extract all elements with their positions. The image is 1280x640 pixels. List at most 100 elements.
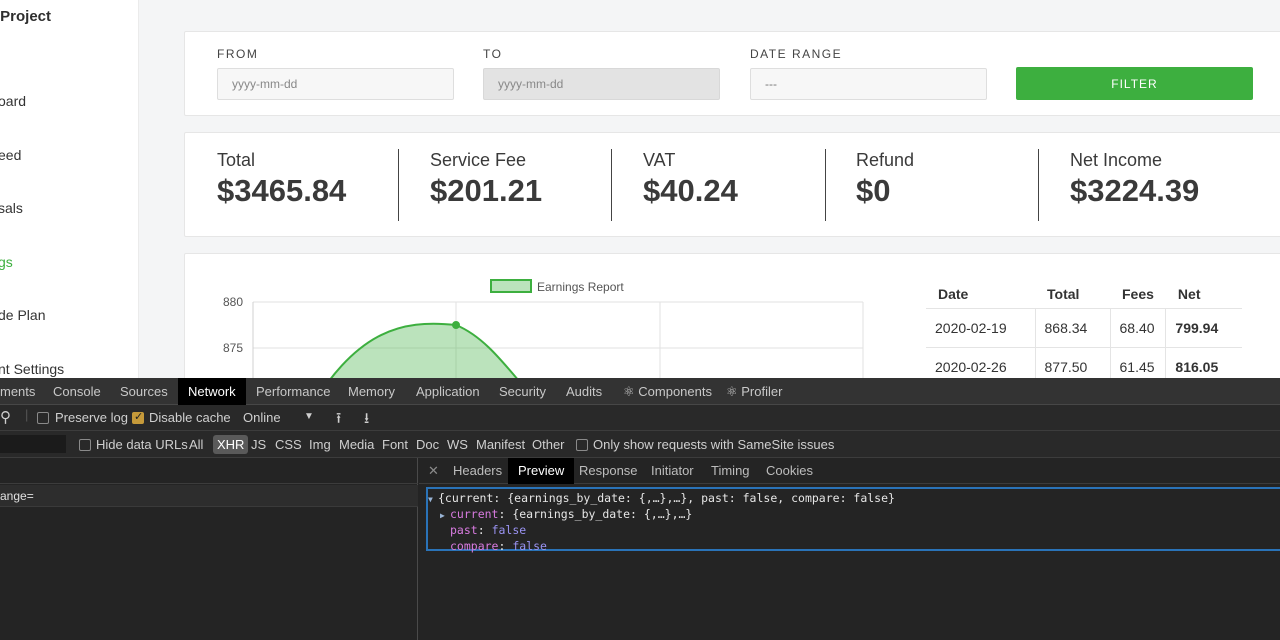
disable-cache-checkbox[interactable] bbox=[132, 410, 144, 424]
cell-total: 868.34 bbox=[1035, 307, 1111, 347]
table-header-row: Date Total Fees Net bbox=[926, 280, 1242, 308]
cell-net: 799.94 bbox=[1165, 307, 1242, 347]
preview-key: past bbox=[450, 523, 478, 537]
tab-console[interactable]: Console bbox=[53, 378, 101, 405]
download-icon[interactable]: ⭳ bbox=[364, 408, 369, 433]
filter-button[interactable]: FILTER bbox=[1016, 67, 1253, 100]
network-filter-bar: Hide data URLs All XHR JS CSS Img Media … bbox=[0, 431, 1280, 458]
table-row: 2020-02-19 868.34 68.40 799.94 bbox=[926, 307, 1242, 347]
tab-application[interactable]: Application bbox=[416, 378, 480, 405]
preview-summary: {current: {earnings_by_date: {,…},…}, pa… bbox=[438, 491, 895, 505]
filter-type-doc[interactable]: Doc bbox=[416, 437, 439, 452]
filter-type-other[interactable]: Other bbox=[532, 437, 565, 452]
cell-date: 2020-02-19 bbox=[926, 307, 1036, 347]
cell-fees: 68.40 bbox=[1110, 307, 1167, 347]
sidebar-item-earnings[interactable]: gs bbox=[0, 254, 13, 270]
request-list-pane: ange= bbox=[0, 458, 418, 640]
tab-preview[interactable]: Preview bbox=[508, 458, 575, 484]
sidebar-item-upgrade-plan[interactable]: de Plan bbox=[0, 307, 45, 323]
stat-service-fee: Service Fee $201.21 bbox=[430, 150, 542, 209]
from-date-input[interactable] bbox=[217, 68, 454, 100]
tab-response[interactable]: Response bbox=[579, 458, 638, 484]
sidebar-item-proposals[interactable]: sals bbox=[0, 200, 23, 216]
hide-data-urls-checkbox[interactable] bbox=[79, 439, 91, 451]
filter-type-all[interactable]: All bbox=[189, 437, 203, 452]
devtools-panel: ments Console Sources Network Performanc… bbox=[0, 378, 1280, 640]
stat-divider bbox=[825, 149, 826, 221]
preview-value: false bbox=[491, 523, 527, 537]
preserve-log-label: Preserve log bbox=[55, 410, 128, 425]
brand-logo-text: ourProject bbox=[0, 8, 52, 25]
filter-type-manifest[interactable]: Manifest bbox=[476, 437, 525, 452]
filter-type-font[interactable]: Font bbox=[382, 437, 408, 452]
tab-performance[interactable]: Performance bbox=[256, 378, 330, 405]
chevron-down-icon[interactable]: ▼ bbox=[304, 411, 314, 422]
filter-type-xhr[interactable]: XHR bbox=[213, 435, 249, 454]
close-icon[interactable]: ✕ bbox=[428, 458, 439, 484]
filter-input[interactable] bbox=[0, 435, 66, 453]
legend-swatch bbox=[490, 279, 532, 293]
toolbar-divider: | bbox=[25, 407, 29, 422]
date-range-label: DATE RANGE bbox=[750, 47, 843, 61]
stat-divider bbox=[1038, 149, 1039, 221]
tab-profiler[interactable]: ⚛ Profiler bbox=[726, 378, 782, 405]
stat-net-income: Net Income $3224.39 bbox=[1070, 150, 1199, 209]
stat-total: Total $3465.84 bbox=[217, 150, 346, 209]
tab-network[interactable]: Network bbox=[178, 378, 246, 405]
filter-type-media[interactable]: Media bbox=[339, 437, 374, 452]
tab-components[interactable]: ⚛ Components bbox=[623, 378, 712, 405]
stat-vat: VAT $40.24 bbox=[643, 150, 738, 209]
tab-memory[interactable]: Memory bbox=[348, 378, 395, 405]
sidebar-item-dashboard[interactable]: oard bbox=[0, 93, 26, 109]
tab-security[interactable]: Security bbox=[499, 378, 546, 405]
filter-type-css[interactable]: CSS bbox=[275, 437, 302, 452]
collapse-triangle-icon[interactable]: ▶ bbox=[440, 508, 450, 524]
stat-value: $0 bbox=[856, 173, 891, 208]
filter-card: FROM TO DATE RANGE FILTER bbox=[184, 31, 1280, 116]
y-tick-label: 880 bbox=[223, 295, 243, 309]
column-header-date: Date bbox=[938, 285, 969, 302]
stat-value: $201.21 bbox=[430, 173, 543, 208]
to-label: TO bbox=[483, 47, 503, 61]
tab-cookies[interactable]: Cookies bbox=[766, 458, 813, 484]
tab-sources[interactable]: Sources bbox=[120, 378, 168, 405]
date-range-input[interactable] bbox=[750, 68, 987, 100]
detail-tab-bar: ✕ Headers Preview Response Initiator Tim… bbox=[419, 458, 1280, 484]
upload-icon[interactable]: ⭱ bbox=[336, 408, 341, 433]
json-preview: ▼ {current: {earnings_by_date: {,…},…}, p… bbox=[426, 487, 1280, 553]
stat-value: $40.24 bbox=[643, 173, 738, 208]
earnings-chart: 880 875 Earnings Report bbox=[223, 279, 864, 392]
samesite-label: Only show requests with SameSite issues bbox=[593, 437, 835, 452]
search-icon[interactable]: ⚲ bbox=[0, 408, 11, 426]
tab-timing[interactable]: Timing bbox=[711, 458, 750, 484]
tab-initiator[interactable]: Initiator bbox=[651, 458, 694, 484]
stat-divider bbox=[611, 149, 612, 221]
throttling-select[interactable]: Online bbox=[243, 410, 281, 425]
stat-label: Net Income bbox=[1070, 150, 1163, 170]
tab-elements[interactable]: ments bbox=[0, 378, 35, 405]
hide-data-urls-label: Hide data URLs bbox=[96, 437, 188, 452]
earnings-table: Date Total Fees Net 2020-02-19 868.34 68… bbox=[926, 280, 1242, 386]
stat-value: $3465.84 bbox=[217, 173, 347, 208]
legend-label: Earnings Report bbox=[537, 280, 624, 294]
request-detail-pane: ✕ Headers Preview Response Initiator Tim… bbox=[419, 458, 1280, 640]
tab-headers[interactable]: Headers bbox=[453, 458, 502, 484]
request-row[interactable]: ange= bbox=[0, 485, 418, 507]
request-list-header bbox=[0, 458, 418, 484]
earnings-report-card: 880 875 Earnings Report Date Total Fees Ne… bbox=[184, 253, 1280, 393]
filter-type-js[interactable]: JS bbox=[251, 437, 266, 452]
sidebar-item-feed[interactable]: eed bbox=[0, 147, 21, 163]
data-point bbox=[452, 321, 460, 329]
sidebar-item-account-settings[interactable]: nt Settings bbox=[0, 361, 64, 377]
stat-divider bbox=[398, 149, 399, 221]
tab-audits[interactable]: Audits bbox=[566, 378, 602, 405]
to-date-input[interactable] bbox=[483, 68, 720, 100]
from-label: FROM bbox=[217, 47, 259, 61]
expand-triangle-icon[interactable]: ▼ bbox=[428, 492, 438, 508]
samesite-checkbox[interactable] bbox=[576, 439, 588, 451]
preserve-log-checkbox[interactable] bbox=[37, 412, 49, 424]
filter-type-ws[interactable]: WS bbox=[447, 437, 468, 452]
stat-refund: Refund $0 bbox=[856, 150, 914, 209]
filter-type-img[interactable]: Img bbox=[309, 437, 331, 452]
preview-key: compare bbox=[450, 539, 499, 553]
